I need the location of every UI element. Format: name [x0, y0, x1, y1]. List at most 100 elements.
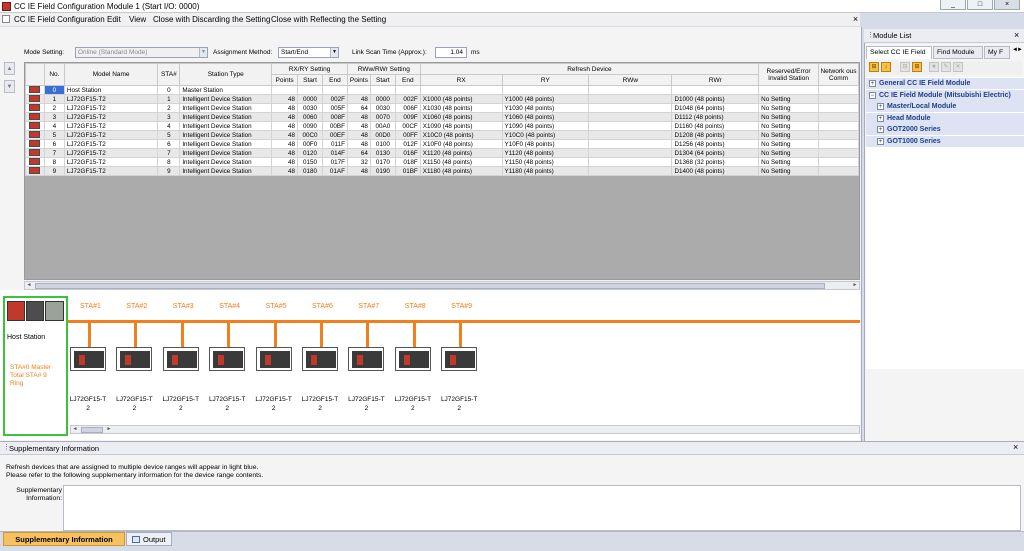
supplementary-close-icon[interactable]: × [1013, 442, 1018, 452]
cell-rx[interactable]: X1060 (48 points) [419, 112, 503, 122]
cell-reserved[interactable]: No Setting [758, 157, 819, 167]
cell-points-rwwrwr[interactable]: 48 [346, 112, 371, 122]
cell-points-rxry[interactable]: 48 [271, 166, 299, 176]
cell-network[interactable] [818, 112, 859, 122]
cell-sta[interactable]: 5 [157, 130, 181, 140]
table-row[interactable]: 1 LJ72GF15-T2 1 Intelligent Device Station 4… [25, 94, 859, 104]
cell-start-rwwrwr[interactable]: 00D0 [369, 130, 396, 140]
table-row[interactable]: 3 LJ72GF15-T2 3 Intelligent Device Station 4… [25, 112, 859, 122]
cell-rwr[interactable]: D1304 (64 points) [671, 148, 760, 158]
cell-start-rxry[interactable]: 0180 [297, 166, 323, 176]
cell-reserved[interactable]: No Setting [758, 166, 819, 176]
close-config-icon[interactable]: × [851, 13, 860, 26]
cell-points-rwwrwr[interactable]: 48 [346, 121, 371, 131]
sort-order-icon[interactable]: ↓ [881, 62, 891, 72]
cell-no[interactable]: 6 [43, 139, 65, 149]
cell-end-rxry[interactable]: 01AF [322, 166, 348, 176]
cell-rwr[interactable]: D1400 (48 points) [671, 166, 760, 176]
cell-rx[interactable]: X1150 (48 points) [419, 157, 503, 167]
cell-rww[interactable] [588, 112, 673, 122]
cell-rww[interactable] [588, 121, 673, 131]
cell-type[interactable]: Intelligent Device Station [179, 121, 273, 131]
cell-points-rxry[interactable]: 48 [271, 112, 299, 122]
cell-type[interactable]: Intelligent Device Station [179, 139, 273, 149]
menu-edit[interactable]: Edit [107, 14, 121, 25]
cell-no[interactable]: 1 [43, 94, 65, 104]
cell-no[interactable]: 7 [43, 148, 65, 158]
cell-rww[interactable] [588, 166, 673, 176]
tab-find-module[interactable]: Find Module [933, 46, 983, 59]
table-row[interactable]: 2 LJ72GF15-T2 2 Intelligent Device Station 4… [25, 103, 859, 113]
cell-model[interactable]: LJ72GF15-T2 [63, 112, 159, 122]
maximize-button[interactable]: □ [967, 0, 993, 10]
cell-rx[interactable]: X10C0 (48 points) [419, 130, 503, 140]
cell-end-rwwrwr[interactable] [394, 85, 421, 95]
cell-rww[interactable] [588, 85, 673, 95]
cell-rwr[interactable]: D1000 (48 points) [671, 94, 760, 104]
tree-item[interactable]: + Head Module [866, 112, 1024, 124]
cell-start-rwwrwr[interactable]: 0100 [369, 139, 396, 149]
scroll-left-icon[interactable]: ◄ [25, 282, 33, 289]
menu-close-reflect[interactable]: Close with Reflecting the Setting [271, 14, 386, 25]
cell-no[interactable]: 0 [43, 85, 65, 95]
host-station-block[interactable]: Host Station STA#0 Master Total STA# 9 R… [3, 296, 68, 436]
cell-rx[interactable]: X1000 (48 points) [419, 94, 503, 104]
table-row[interactable]: 8 LJ72GF15-T2 8 Intelligent Device Station 4… [25, 157, 859, 167]
cell-type[interactable]: Intelligent Device Station [179, 166, 273, 176]
station-module-block[interactable] [162, 347, 199, 371]
cell-start-rxry[interactable]: 0090 [297, 121, 323, 131]
cell-start-rwwrwr[interactable]: 0070 [369, 112, 396, 122]
cell-sta[interactable]: 2 [157, 103, 181, 113]
cell-points-rwwrwr[interactable]: 64 [346, 148, 371, 158]
cell-reserved[interactable]: No Setting [758, 130, 819, 140]
cell-start-rxry[interactable]: 00C0 [297, 130, 323, 140]
station-module-block[interactable] [116, 347, 153, 371]
cell-start-rwwrwr[interactable] [369, 85, 396, 95]
cell-points-rxry[interactable]: 48 [271, 103, 299, 113]
cell-sta[interactable]: 8 [157, 157, 181, 167]
cell-ry[interactable]: Y10C0 (48 points) [501, 130, 590, 140]
cell-rww[interactable] [588, 139, 673, 149]
cell-network[interactable] [818, 121, 859, 131]
table-row[interactable]: 0 Host Station 0 Master Station [25, 85, 859, 95]
favorite-edit-icon[interactable]: ✎ [941, 62, 951, 72]
cell-network[interactable] [818, 130, 859, 140]
cell-points-rxry[interactable]: 48 [271, 148, 299, 158]
cell-end-rxry[interactable]: 008F [322, 112, 348, 122]
table-row[interactable]: 7 LJ72GF15-T2 7 Intelligent Device Station 4… [25, 148, 859, 158]
cell-sta[interactable]: 4 [157, 121, 181, 131]
cell-rwr[interactable]: D1368 (32 points) [671, 157, 760, 167]
cell-type[interactable]: Intelligent Device Station [179, 94, 273, 104]
cell-no[interactable]: 8 [43, 157, 65, 167]
cell-model[interactable]: LJ72GF15-T2 [63, 94, 159, 104]
station-module-block[interactable] [441, 347, 478, 371]
cell-end-rxry[interactable]: 00EF [322, 130, 348, 140]
cell-network[interactable] [818, 166, 859, 176]
cell-model[interactable]: LJ72GF15-T2 [63, 130, 159, 140]
cell-no[interactable]: 9 [43, 166, 65, 176]
cell-ry[interactable]: Y1150 (48 points) [501, 157, 590, 167]
move-up-button[interactable]: ▲ [4, 62, 15, 75]
table-row[interactable]: 4 LJ72GF15-T2 4 Intelligent Device Station 4… [25, 121, 859, 131]
cell-rww[interactable] [588, 130, 673, 140]
cell-points-rxry[interactable] [271, 85, 299, 95]
cell-end-rwwrwr[interactable]: 018F [394, 157, 421, 167]
cell-type[interactable]: Intelligent Device Station [179, 157, 273, 167]
cell-sta[interactable]: 0 [157, 85, 181, 95]
tree-item[interactable]: + General CC IE Field Module [866, 78, 1024, 89]
expand-icon[interactable]: + [877, 126, 884, 133]
cell-network[interactable] [818, 103, 859, 113]
minimize-button[interactable]: _ [940, 0, 966, 10]
favorite-add-icon[interactable]: ★ [929, 62, 939, 72]
expand-icon[interactable]: + [877, 114, 884, 122]
cell-type[interactable]: Intelligent Device Station [179, 130, 273, 140]
cell-end-rwwrwr[interactable]: 002F [394, 94, 421, 104]
cell-points-rwwrwr[interactable]: 48 [346, 130, 371, 140]
cell-start-rxry[interactable]: 0150 [297, 157, 323, 167]
expand-all-icon[interactable]: ⊞ [912, 62, 922, 72]
cell-end-rxry[interactable]: 005F [322, 103, 348, 113]
cell-rwr[interactable]: D1160 (48 points) [671, 121, 760, 131]
cell-start-rxry[interactable]: 0000 [297, 94, 323, 104]
cell-points-rwwrwr[interactable]: 32 [346, 157, 371, 167]
scroll-right-icon[interactable]: ► [105, 426, 113, 433]
